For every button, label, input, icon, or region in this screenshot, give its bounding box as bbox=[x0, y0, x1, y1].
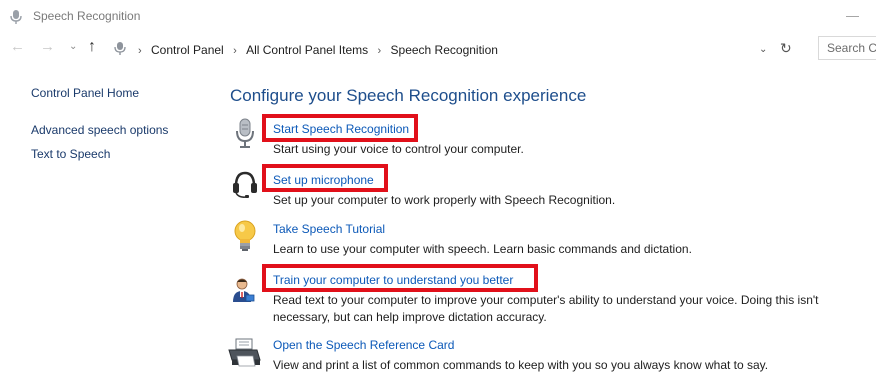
title-bar: Speech Recognition — bbox=[0, 0, 876, 34]
highlight-box bbox=[262, 164, 388, 192]
breadcrumb-all-items[interactable]: All Control Panel Items bbox=[246, 43, 368, 57]
breadcrumb-separator-icon[interactable]: › bbox=[378, 45, 382, 57]
sidebar-text-to-speech[interactable]: Text to Speech bbox=[31, 147, 110, 161]
recent-locations-chevron-icon[interactable]: ⌄ bbox=[69, 41, 77, 52]
sidebar-advanced-speech-options[interactable]: Advanced speech options bbox=[31, 123, 168, 137]
address-dropdown-icon[interactable]: ⌄ bbox=[759, 44, 767, 55]
open-speech-reference-card-link[interactable]: Open the Speech Reference Card bbox=[273, 338, 454, 352]
microphone-icon bbox=[10, 10, 22, 24]
sidebar-control-panel-home[interactable]: Control Panel Home bbox=[31, 86, 139, 100]
printer-icon bbox=[228, 338, 261, 367]
microphone-icon bbox=[236, 118, 254, 148]
refresh-icon[interactable]: ↻ bbox=[780, 40, 792, 57]
highlight-box bbox=[262, 114, 418, 142]
lightbulb-icon bbox=[234, 220, 256, 251]
back-arrow-icon[interactable]: ← bbox=[10, 38, 25, 55]
page-title: Configure your Speech Recognition experi… bbox=[230, 86, 587, 105]
forward-arrow-icon[interactable]: → bbox=[40, 38, 55, 55]
task-description: Learn to use your computer with speech. … bbox=[273, 242, 692, 256]
breadcrumb: › Control Panel › All Control Panel Item… bbox=[132, 43, 498, 57]
speech-recognition-icon bbox=[114, 42, 126, 55]
task-description: Read text to your computer to improve yo… bbox=[273, 293, 819, 324]
user-train-icon bbox=[233, 278, 255, 302]
task-description: Set up your computer to work properly wi… bbox=[273, 193, 616, 207]
search-input[interactable]: Search C bbox=[818, 36, 876, 60]
task-description: Start using your voice to control your c… bbox=[273, 142, 524, 156]
breadcrumb-speech-recognition[interactable]: Speech Recognition bbox=[391, 43, 498, 57]
take-speech-tutorial-link[interactable]: Take Speech Tutorial bbox=[273, 222, 385, 236]
breadcrumb-separator-icon[interactable]: › bbox=[233, 45, 237, 57]
breadcrumb-separator-icon: › bbox=[138, 45, 142, 57]
headset-icon bbox=[233, 171, 257, 198]
up-arrow-icon[interactable]: ↑ bbox=[88, 38, 96, 56]
minimize-button[interactable]: — bbox=[846, 8, 876, 23]
highlight-box bbox=[262, 264, 538, 292]
breadcrumb-control-panel[interactable]: Control Panel bbox=[151, 43, 224, 57]
task-description: View and print a list of common commands… bbox=[273, 358, 769, 372]
window-title: Speech Recognition bbox=[33, 9, 141, 23]
